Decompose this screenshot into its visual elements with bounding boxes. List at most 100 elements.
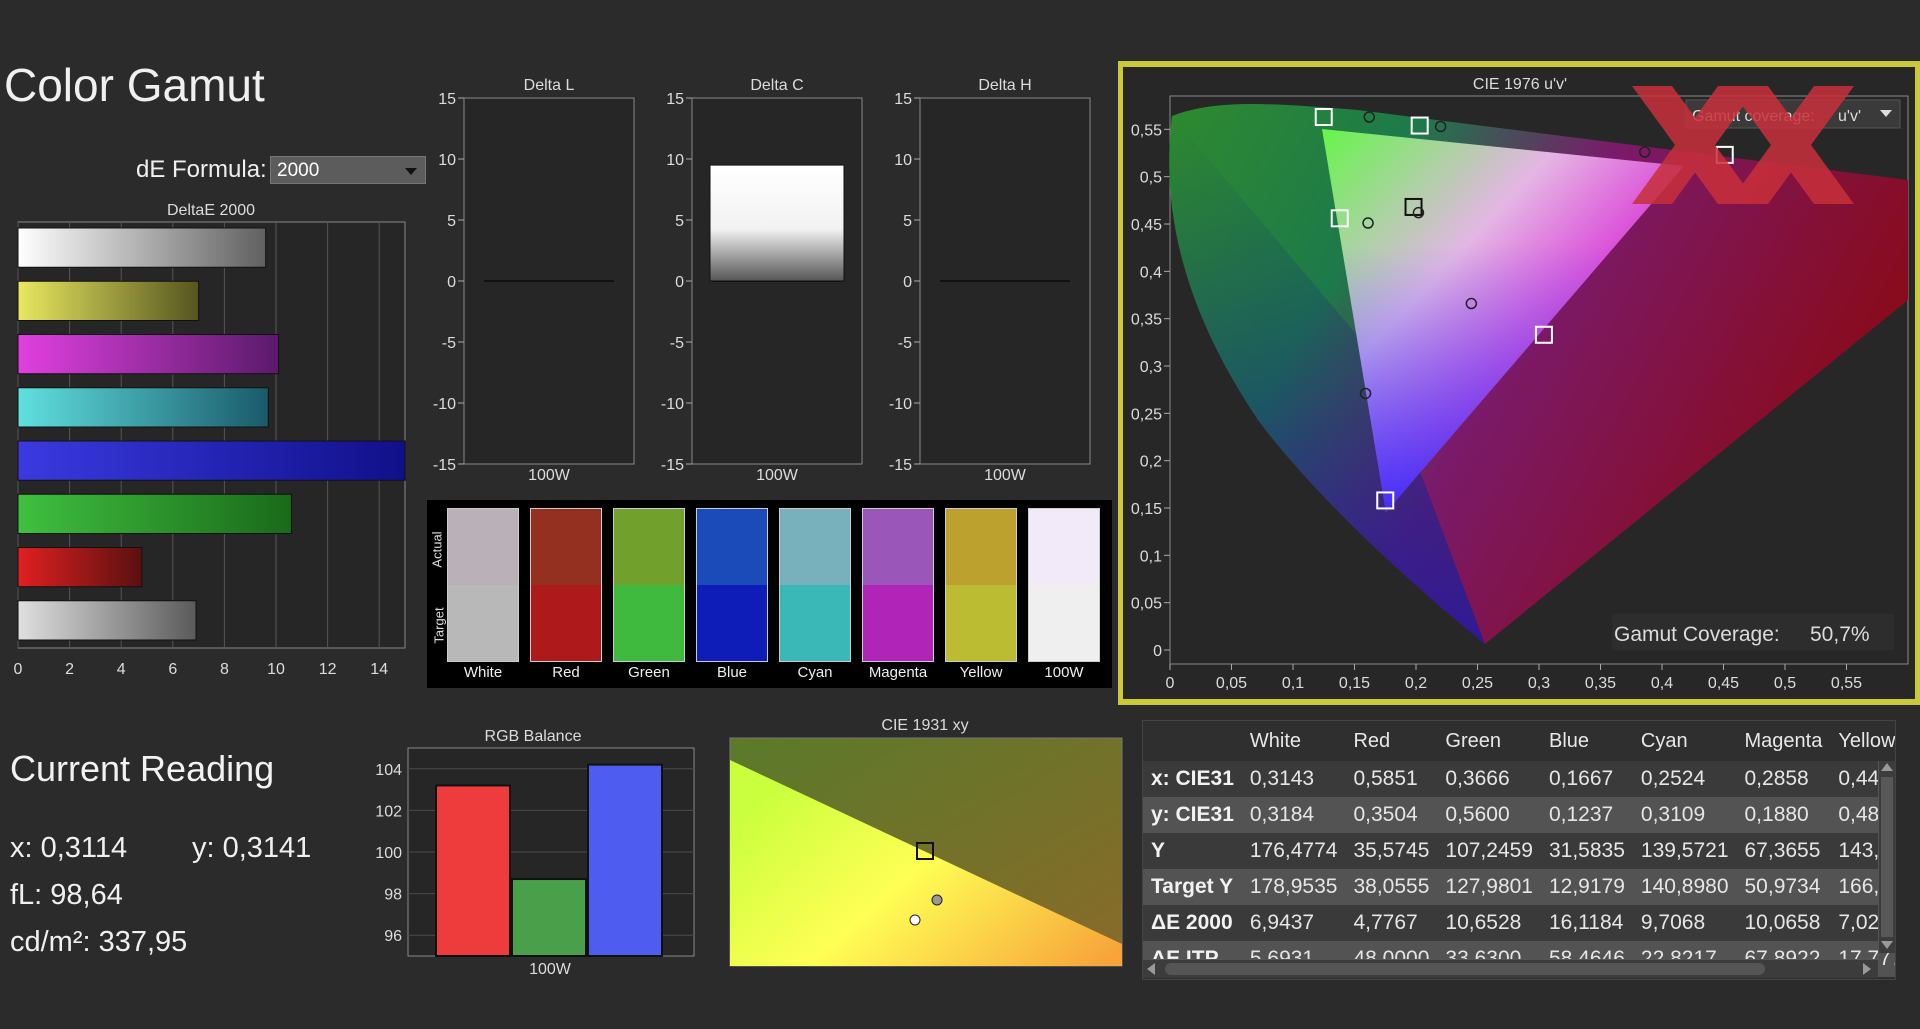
cie1976-xtick: 0,3	[1528, 675, 1550, 692]
table-cell: 140,8980	[1632, 869, 1737, 905]
delta-chart-xlabel: 100W	[756, 467, 799, 484]
table-cell: 0,5600	[1437, 797, 1541, 833]
cie1976-xtick: 0,5	[1774, 675, 1796, 692]
table-column-header[interactable]: Magenta	[1737, 721, 1831, 761]
rgb-bar-b	[587, 763, 663, 957]
scroll-up-icon[interactable]	[1881, 763, 1893, 771]
rgb-tick-label: 96	[384, 928, 402, 945]
delta-tick-label: -10	[661, 396, 684, 413]
table-column-header[interactable]: Blue	[1541, 721, 1633, 761]
deltae-bar-100w	[17, 600, 197, 641]
scroll-right-icon[interactable]	[1863, 963, 1871, 975]
table-cell: 16,1184	[1540, 905, 1633, 941]
swatch-label: 100W	[1044, 664, 1084, 681]
data-table: WhiteRedGreenBlueCyanMagentaYellow1 x: C…	[1143, 721, 1895, 977]
scroll-thumb[interactable]	[1881, 777, 1893, 937]
delta-tick-label: 0	[903, 274, 912, 291]
gamut-coverage-label: Gamut Coverage:	[1614, 623, 1780, 646]
deltae-bar-magenta	[17, 334, 280, 375]
swatch-yellow	[945, 508, 1017, 662]
delta-chart-title: Delta H	[978, 77, 1031, 94]
delta-panel-delta-l: Delta L 15 10 5 0 -5 -10 -15 100W	[433, 77, 635, 484]
cie1976-title: CIE 1976 u'v'	[1473, 76, 1567, 93]
swatch-100w	[1028, 508, 1100, 662]
table-row-label: ΔE 2000	[1143, 905, 1242, 941]
deltae-bar-blue	[17, 440, 406, 481]
reading-fl: fL: 98,64	[10, 879, 123, 911]
swatch-actual	[531, 509, 601, 585]
swatch-magenta	[862, 508, 934, 662]
swatch-target	[531, 585, 601, 661]
swatch-red	[530, 508, 602, 662]
reading-cdm2: cd/m²: 337,95	[10, 926, 188, 958]
delta-tick-label: -15	[433, 457, 456, 474]
table-cell: 4,7767	[1345, 905, 1438, 941]
cie1931-point	[931, 894, 943, 906]
scroll-down-icon[interactable]	[1881, 941, 1893, 949]
reading-y: y: 0,3141	[192, 832, 312, 864]
table-cell: 139,5721	[1632, 833, 1737, 869]
swatch-label: Blue	[716, 664, 748, 681]
table-row: Target Y 178,9535 38,0555 127,9801 12,9179 14…	[1143, 869, 1895, 905]
cie1976-ytick: 0,2	[1140, 454, 1162, 471]
deltae-chart-title: DeltaE 2000	[167, 202, 255, 219]
table-column-header[interactable]: Red	[1345, 721, 1437, 761]
table-cell: 0,3504	[1345, 797, 1438, 833]
cie1976-xtick: 0,45	[1708, 675, 1739, 692]
de-formula-label: dE Formula:	[136, 156, 267, 183]
scroll-thumb-horizontal[interactable]	[1165, 963, 1765, 975]
swatch-label: Cyan	[797, 664, 833, 681]
table-column-header[interactable]: Cyan	[1633, 721, 1737, 761]
swatch-white	[447, 508, 519, 662]
table-cell: 0,3666	[1437, 761, 1541, 797]
delta-tick-label: 5	[675, 213, 684, 230]
reading-x: x: 0,3114	[10, 832, 128, 864]
table-cell: 178,9535	[1241, 869, 1346, 905]
rgb-tick-label: 100	[375, 845, 402, 862]
swatch-actual	[1029, 509, 1099, 585]
cie1976-xtick: 0,4	[1651, 675, 1673, 692]
deltae-tick-label: 14	[370, 661, 388, 678]
table-cell: 0,5851	[1345, 761, 1438, 797]
delta-charts: Delta L 15 10 5 0 -5 -10 -15 100W Delta C 15 10 5 0 -5…	[433, 77, 1091, 484]
table-cell: 67,3655	[1736, 833, 1831, 869]
table-corner	[1143, 721, 1242, 761]
data-table-panel: WhiteRedGreenBlueCyanMagentaYellow1 x: C…	[1142, 720, 1896, 980]
horizontal-scrollbar[interactable]	[1143, 959, 1878, 978]
cie1931-title: CIE 1931 xy	[881, 717, 968, 734]
cie1976-ytick: 0,5	[1140, 170, 1162, 187]
table-cell: 107,2459	[1437, 833, 1541, 869]
cie1976-ytick: 0,4	[1140, 264, 1162, 281]
swatch-actual	[780, 509, 850, 585]
scroll-left-icon[interactable]	[1147, 963, 1155, 975]
table-row-label: Y	[1143, 833, 1242, 869]
cie1976-xtick: 0,55	[1831, 675, 1862, 692]
vertical-scrollbar[interactable]	[1878, 761, 1895, 953]
swatch-actual	[448, 509, 518, 585]
cie1976-xtick: 0,25	[1462, 675, 1493, 692]
swatch-target	[780, 585, 850, 661]
cie1976-ytick: 0,25	[1131, 406, 1162, 423]
cie1976-ytick: 0,45	[1131, 217, 1162, 234]
cie1976-xtick: 0	[1166, 675, 1175, 692]
table-column-header[interactable]: White	[1242, 721, 1346, 761]
de-formula-dropdown[interactable]: 2000	[270, 156, 426, 184]
delta-tick-label: -10	[889, 396, 912, 413]
table-column-header[interactable]: Yellow	[1830, 721, 1895, 761]
deltae-tick-label: 6	[168, 661, 177, 678]
delta-tick-label: 0	[447, 274, 456, 291]
delta-tick-label: 10	[666, 152, 684, 169]
table-row-label: y: CIE31	[1143, 797, 1242, 833]
target-label: Target	[431, 607, 447, 644]
cie1976-xtick: 0,35	[1585, 675, 1616, 692]
table-column-header[interactable]: Green	[1437, 721, 1541, 761]
swatch-green	[613, 508, 685, 662]
delta-tick-label: 15	[666, 91, 684, 108]
table-row-label: x: CIE31	[1143, 761, 1242, 797]
swatch-target	[448, 585, 518, 661]
cie1976-ytick: 0,3	[1140, 359, 1162, 376]
delta-tick-label: 0	[675, 274, 684, 291]
swatch-actual	[863, 509, 933, 585]
table-cell: 127,9801	[1437, 869, 1541, 905]
swatch-target	[1029, 585, 1099, 661]
